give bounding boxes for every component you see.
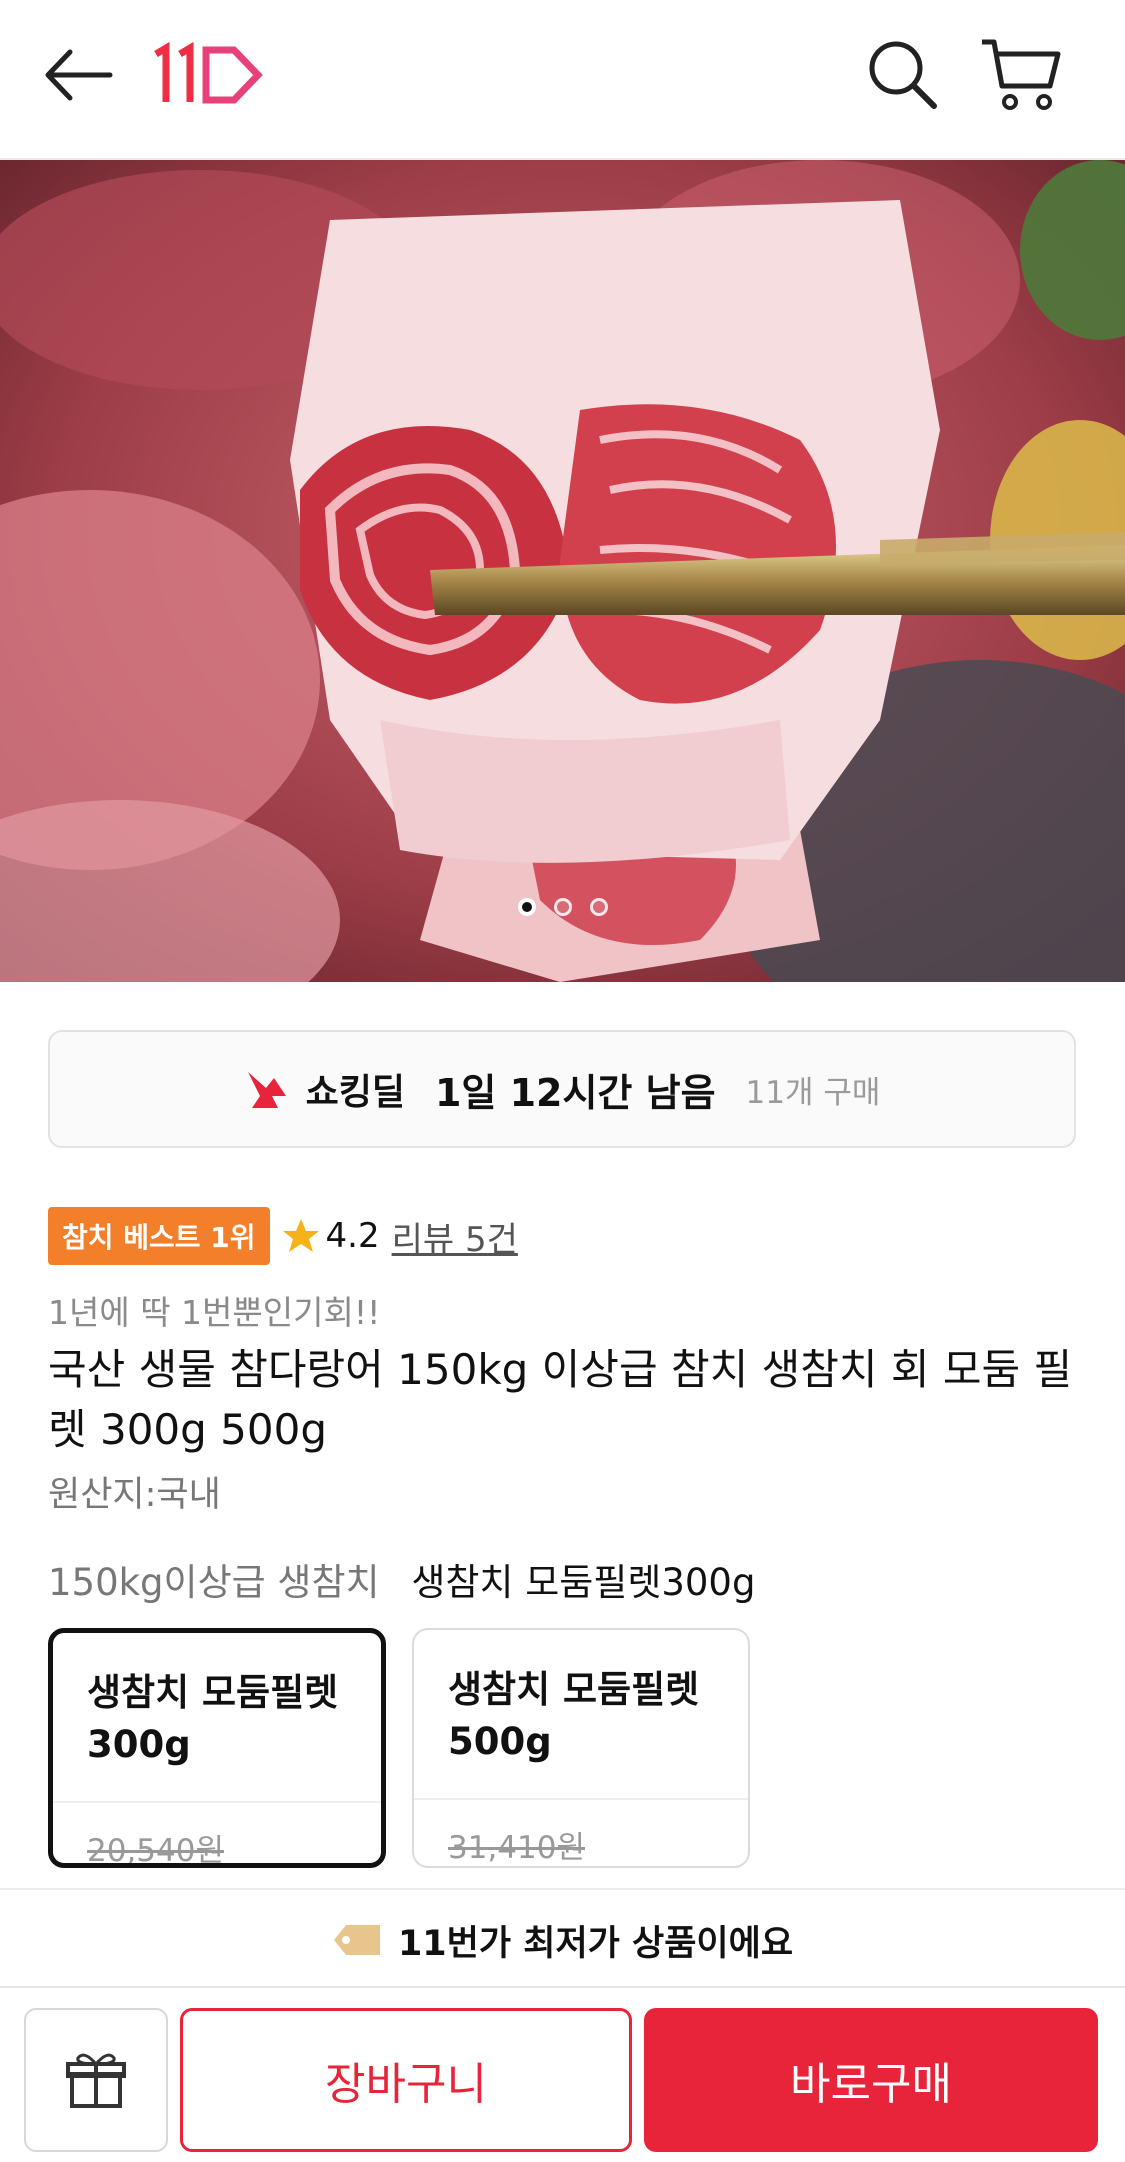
cart-icon[interactable]	[978, 34, 1064, 114]
carousel-dot-3[interactable]	[589, 898, 608, 916]
price-tag-icon	[333, 1925, 380, 1955]
shocking-deal-icon	[247, 1072, 286, 1108]
gift-icon	[66, 2053, 126, 2108]
option-label-key: 150kg이상급 생참치	[48, 1561, 380, 1604]
rating-row: 참치 베스트 1위 4.2 리뷰 5건	[48, 1207, 518, 1265]
divider	[414, 1798, 748, 1800]
buy-now-button[interactable]: 바로구매	[644, 2008, 1098, 2152]
shocking-deal-banner[interactable]: 쇼킹딜 1일 12시간 남음 11개 구매	[48, 1030, 1076, 1148]
rating-value: 4.2	[325, 1216, 380, 1256]
eleven-street-logo[interactable]	[152, 40, 272, 110]
carousel-dots	[0, 898, 1125, 922]
add-to-cart-button[interactable]: 장바구니	[180, 2008, 632, 2152]
option-original-price: 20,540원	[87, 1833, 224, 1868]
star-icon	[282, 1219, 319, 1252]
origin-text: 원산지:국내	[48, 1475, 221, 1515]
divider	[53, 1801, 381, 1803]
product-image	[0, 160, 1125, 982]
option-original-price: 31,410원	[448, 1830, 585, 1866]
option-card-500g[interactable]: 생참치 모둠필렛 500g 31,410원	[412, 1628, 750, 1868]
option-name: 생참치 모둠필렛 300g	[87, 1671, 339, 1766]
deal-time-left: 1일 12시간 남음	[434, 1070, 716, 1115]
lowest-price-text: 11번가 최저가 상품이에요	[397, 1923, 794, 1964]
review-count-link[interactable]: 리뷰 5건	[392, 1212, 518, 1261]
option-name: 생참치 모둠필렛 500g	[448, 1668, 700, 1763]
best-badge: 참치 베스트 1위	[48, 1207, 270, 1265]
product-image-carousel[interactable]	[0, 160, 1125, 982]
bottom-action-bar: 장바구니 바로구매	[0, 1986, 1125, 2162]
promo-text: 1년에 딱 1번뿐인기회!!	[48, 1293, 381, 1332]
lowest-price-notice: 11번가 최저가 상품이에요	[0, 1888, 1125, 1990]
arrow-left-icon[interactable]	[40, 40, 116, 110]
option-card-300g[interactable]: 생참치 모둠필렛 300g 20,540원	[48, 1628, 386, 1868]
search-icon[interactable]	[862, 34, 942, 114]
carousel-dot-1[interactable]	[517, 898, 536, 916]
option-label-value: 생참치 모둠필렛300g	[411, 1561, 756, 1604]
carousel-dot-2[interactable]	[553, 898, 572, 916]
product-title: 국산 생물 참다랑어 150kg 이상급 참치 생참치 회 모둠 필렛 300g…	[48, 1345, 1073, 1454]
option-label: 150kg이상급 생참치 생참치 모둠필렛300g	[48, 1552, 755, 1606]
top-app-bar	[0, 0, 1125, 160]
deal-label: 쇼킹딜	[305, 1072, 405, 1113]
deal-purchase-count: 11개 구매	[745, 1074, 881, 1111]
gift-button[interactable]	[24, 2008, 168, 2152]
